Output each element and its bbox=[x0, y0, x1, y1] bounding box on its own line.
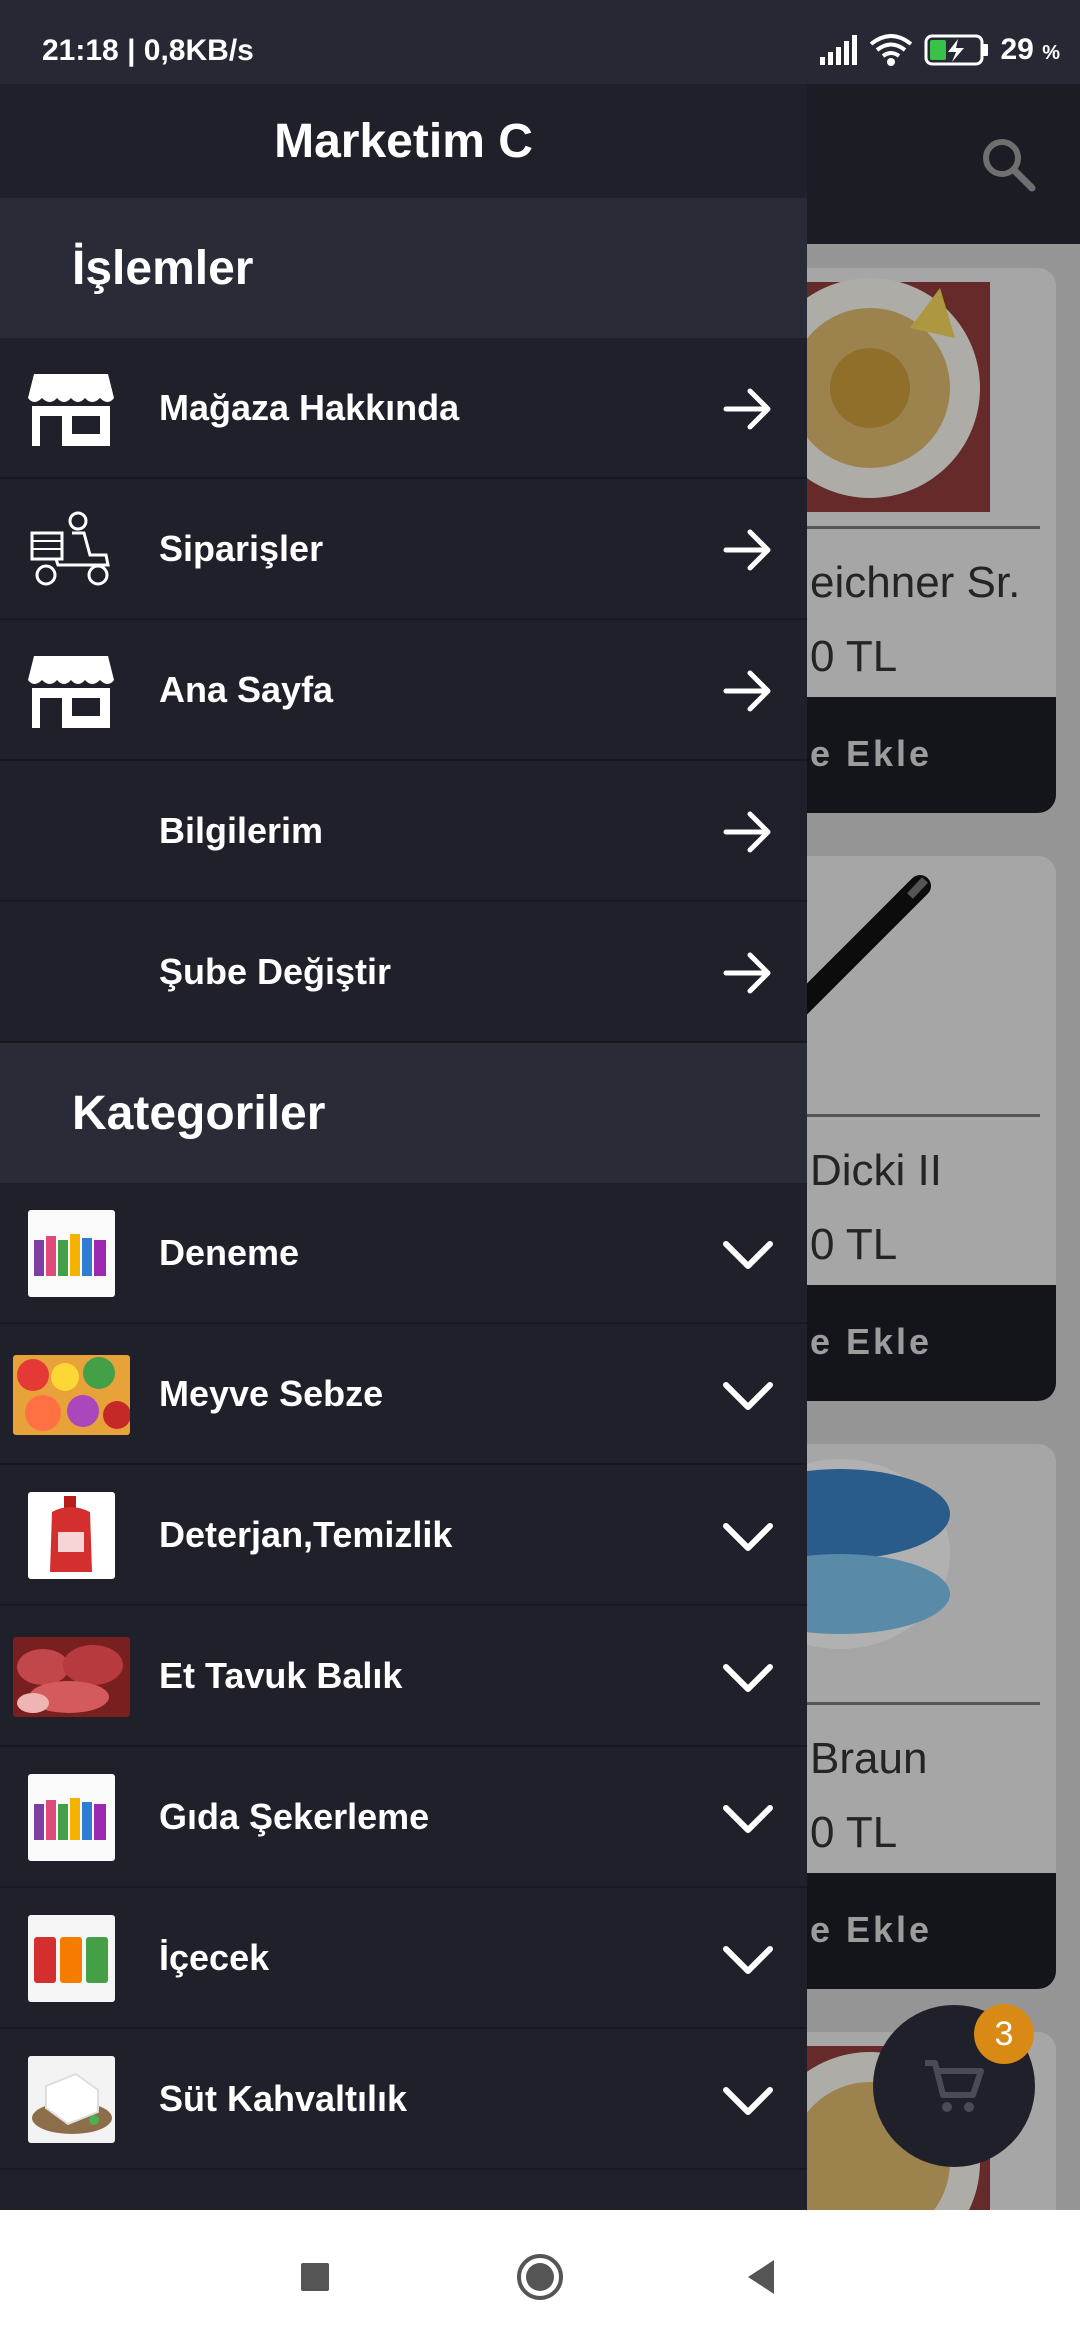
screen: eichner Sr. 0 TL e Ekle Dicki II 0 TL e … bbox=[0, 0, 1080, 2340]
store-icon bbox=[28, 656, 114, 728]
drawer-header: Marketim C bbox=[0, 84, 807, 198]
chevron-down-icon[interactable] bbox=[722, 1792, 774, 1844]
cart-icon bbox=[925, 2060, 984, 2112]
home-button[interactable] bbox=[515, 2252, 565, 2302]
category-item-deneme[interactable]: Deneme bbox=[0, 1183, 807, 1324]
system-navigation-bar bbox=[0, 2210, 1080, 2340]
category-label: Deneme bbox=[159, 1231, 300, 1273]
drawer-item-my-info[interactable]: Bilgilerim bbox=[0, 761, 807, 902]
recents-button[interactable] bbox=[290, 2252, 340, 2302]
back-button[interactable] bbox=[738, 2252, 788, 2302]
category-label: Süt Kahvaltılık bbox=[159, 2077, 408, 2119]
arrow-right-icon bbox=[723, 670, 771, 712]
category-item-fruits-vegetables[interactable]: Meyve Sebze bbox=[0, 1324, 807, 1465]
status-bar: 21:18 | 0,8KB/s 29 % bbox=[0, 0, 1080, 84]
category-item-beverages[interactable]: İçecek bbox=[0, 1888, 807, 2029]
category-item-dairy-breakfast[interactable]: Süt Kahvaltılık bbox=[0, 2029, 807, 2170]
chevron-down-icon[interactable] bbox=[722, 1228, 774, 1280]
category-thumbnail bbox=[28, 1210, 115, 1297]
category-item-meat-chicken-fish[interactable]: Et Tavuk Balık bbox=[0, 1606, 807, 1747]
category-thumbnail bbox=[28, 1492, 115, 1579]
wifi-icon bbox=[870, 34, 913, 66]
signal-icon bbox=[820, 35, 858, 65]
drawer-title: Marketim C bbox=[274, 114, 533, 168]
cart-count-badge: 3 bbox=[974, 2004, 1034, 2064]
drawer-item-label: Bilgilerim bbox=[159, 809, 324, 851]
arrow-right-icon bbox=[723, 952, 771, 994]
category-thumbnail bbox=[28, 1915, 115, 2002]
category-item-detergent-cleaning[interactable]: Deterjan,Temizlik bbox=[0, 1465, 807, 1606]
operations-section-title: İşlemler bbox=[72, 241, 254, 295]
store-icon bbox=[28, 374, 114, 446]
category-thumbnail bbox=[13, 1637, 130, 1717]
drawer-item-orders[interactable]: Siparişler bbox=[0, 479, 807, 620]
drawer-item-change-branch[interactable]: Şube Değiştir bbox=[0, 902, 807, 1043]
category-thumbnail bbox=[13, 1355, 130, 1435]
arrow-right-icon bbox=[723, 529, 771, 571]
drawer-item-label: Şube Değiştir bbox=[159, 950, 392, 992]
category-thumbnail bbox=[28, 2056, 115, 2143]
drawer-item-label: Ana Sayfa bbox=[159, 668, 334, 710]
chevron-down-icon[interactable] bbox=[722, 1933, 774, 1985]
category-label: Deterjan,Temizlik bbox=[159, 1513, 453, 1555]
arrow-right-icon bbox=[723, 811, 771, 853]
operations-section-header: İşlemler bbox=[0, 198, 807, 338]
status-icons: 29 % bbox=[818, 28, 1060, 72]
category-thumbnail bbox=[28, 1774, 115, 1861]
drawer-item-store-info[interactable]: Mağaza Hakkında bbox=[0, 338, 807, 479]
chevron-down-icon[interactable] bbox=[722, 1651, 774, 1703]
drawer-item-home[interactable]: Ana Sayfa bbox=[0, 620, 807, 761]
category-label: Gıda Şekerleme bbox=[159, 1795, 430, 1837]
battery-level: 29 % bbox=[1000, 33, 1060, 66]
drawer-item-label: Mağaza Hakkında bbox=[159, 386, 460, 428]
categories-section-title: Kategoriler bbox=[72, 1086, 326, 1140]
category-label: Et Tavuk Balık bbox=[159, 1654, 403, 1696]
drawer-item-label: Siparişler bbox=[159, 527, 324, 569]
navigation-drawer: Marketim C İşlemler Mağaza Hakkında Sipa… bbox=[0, 84, 807, 2210]
chevron-down-icon[interactable] bbox=[722, 1369, 774, 1421]
arrow-right-icon bbox=[723, 388, 771, 430]
category-item-food-confectionery[interactable]: Gıda Şekerleme bbox=[0, 1747, 807, 1888]
category-label: Meyve Sebze bbox=[159, 1372, 384, 1414]
battery-icon bbox=[924, 34, 989, 66]
delivery-scooter-icon bbox=[30, 511, 110, 586]
chevron-down-icon[interactable] bbox=[722, 2074, 774, 2126]
categories-section-header: Kategoriler bbox=[0, 1043, 807, 1183]
category-label: İçecek bbox=[159, 1936, 270, 1978]
chevron-down-icon[interactable] bbox=[722, 1510, 774, 1562]
status-time: 21:18 | 0,8KB/s bbox=[42, 34, 254, 67]
